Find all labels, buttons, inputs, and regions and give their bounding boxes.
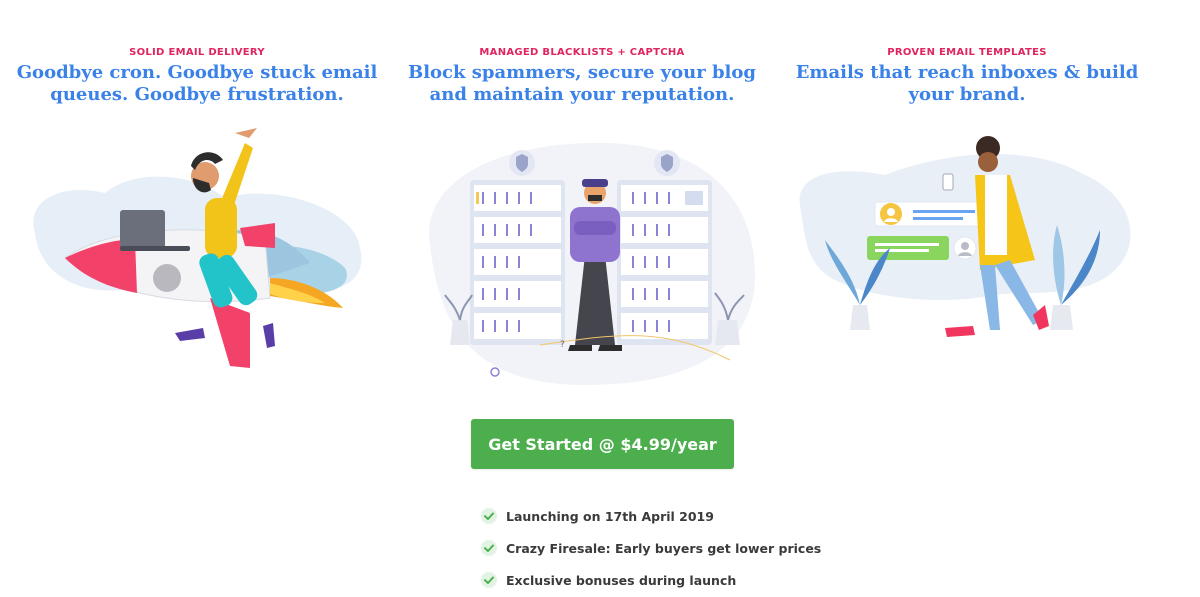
list-item: Launching on 17th April 2019: [480, 500, 821, 532]
rocket-rider-illustration: [33, 128, 362, 368]
list-item: Crazy Firesale: Early buyers get lower p…: [480, 532, 821, 564]
get-started-button[interactable]: Get Started @ $4.99/year: [471, 419, 734, 469]
benefits-list: Launching on 17th April 2019 Crazy Fires…: [480, 500, 821, 596]
feature-kicker: MANAGED BLACKLISTS + CAPTCHA: [479, 47, 685, 58]
benefit-text: Launching on 17th April 2019: [506, 508, 714, 524]
feature-heading-line: queues. Goodbye frustration.: [50, 84, 344, 105]
feature-heading-line: Block spammers, secure your blog: [408, 62, 756, 83]
check-icon: [481, 540, 497, 556]
check-icon: [481, 572, 497, 588]
question-mark-icon: ?: [560, 340, 565, 350]
feature-heading-line: Emails that reach inboxes & build: [795, 62, 1139, 83]
check-icon: [481, 508, 497, 524]
benefit-text: Crazy Firesale: Early buyers get lower p…: [506, 540, 822, 556]
features-section: SOLID EMAIL DELIVERY Goodbye cron. Goodb…: [0, 0, 1200, 400]
feature-heading-line: and maintain your reputation.: [429, 84, 735, 105]
feature-kicker: SOLID EMAIL DELIVERY: [129, 47, 265, 58]
feature-heading: Block spammers, secure your blog and mai…: [392, 62, 772, 106]
list-item: Exclusive bonuses during launch: [480, 564, 821, 596]
feature-kicker: PROVEN EMAIL TEMPLATES: [887, 47, 1047, 58]
security-guard-servers-illustration: ?: [429, 142, 755, 385]
feature-heading: Emails that reach inboxes & build your b…: [777, 62, 1157, 106]
feature-heading: Goodbye cron. Goodbye stuck email queues…: [7, 62, 387, 106]
feature-heading-line: your brand.: [908, 84, 1026, 105]
feature-heading-line: Goodbye cron. Goodbye stuck email: [16, 62, 378, 83]
woman-with-phone-messages-illustration: [799, 136, 1131, 337]
benefit-text: Exclusive bonuses during launch: [506, 572, 737, 588]
